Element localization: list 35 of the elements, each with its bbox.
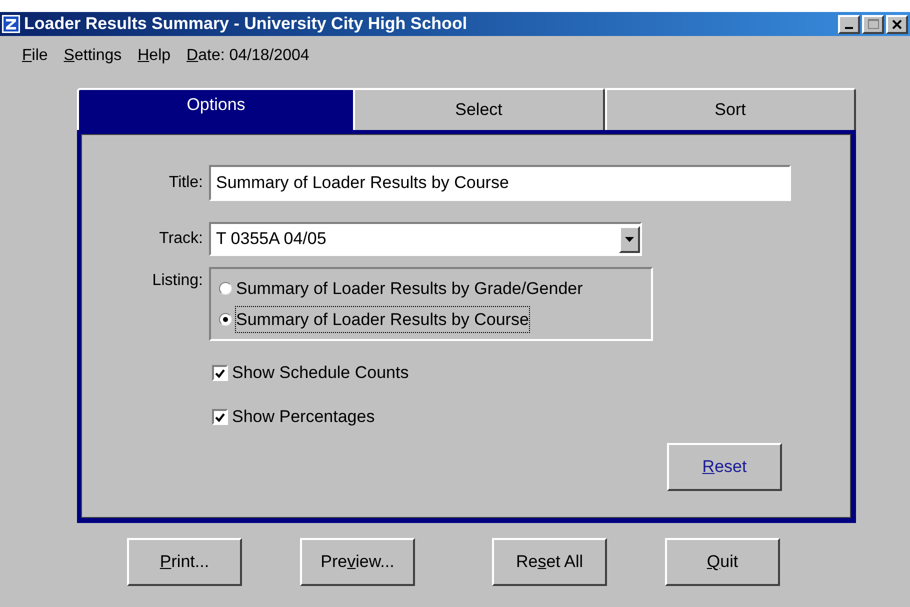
maximize-icon (868, 19, 878, 29)
checkbox-label[interactable]: Show Schedule Counts (232, 360, 409, 386)
close-icon (892, 20, 902, 28)
action-button[interactable]: Preview... (300, 538, 415, 586)
radio-label[interactable]: Summary of Loader Results by Grade/Gender (236, 276, 583, 302)
radio-label[interactable]: Summary of Loader Results by Course (236, 306, 529, 332)
minimize-icon (845, 26, 853, 28)
radio-button[interactable] (219, 282, 232, 296)
menu-item[interactable]: Date: 04/18/2004 (186, 44, 310, 68)
checkmark-icon (215, 368, 225, 378)
menu-item[interactable]: Help (138, 44, 171, 68)
title-label: Title: (168, 173, 204, 193)
track-label: Track: (158, 229, 204, 249)
track-dropdown[interactable]: T 0355A 04/05 (209, 222, 642, 256)
action-button[interactable]: Print... (127, 538, 242, 586)
minimize-button[interactable] (838, 14, 860, 34)
checkbox[interactable] (212, 365, 228, 381)
radio-button[interactable] (219, 312, 232, 326)
close-button[interactable] (886, 14, 908, 34)
menu-item[interactable]: Settings (64, 44, 122, 68)
checkbox-label[interactable]: Show Percentages (232, 404, 375, 430)
reset-button[interactable]: Reset (667, 443, 782, 491)
checkmark-icon (215, 412, 225, 422)
tab[interactable]: Select (353, 88, 604, 130)
tab[interactable]: Sort (604, 88, 856, 130)
maximize-button[interactable] (862, 14, 884, 34)
app-logo-icon (2, 15, 20, 33)
window-title: Loader Results Summary - University City High School (24, 13, 468, 36)
tab[interactable]: Options (77, 88, 353, 130)
action-button[interactable]: Reset All (492, 538, 607, 586)
title-field[interactable]: Summary of Loader Results by Course (209, 165, 791, 201)
listing-label: Listing: (151, 271, 204, 291)
action-button[interactable]: Quit (665, 538, 780, 586)
menu-item[interactable]: File (22, 44, 48, 68)
checkbox[interactable] (212, 409, 228, 425)
